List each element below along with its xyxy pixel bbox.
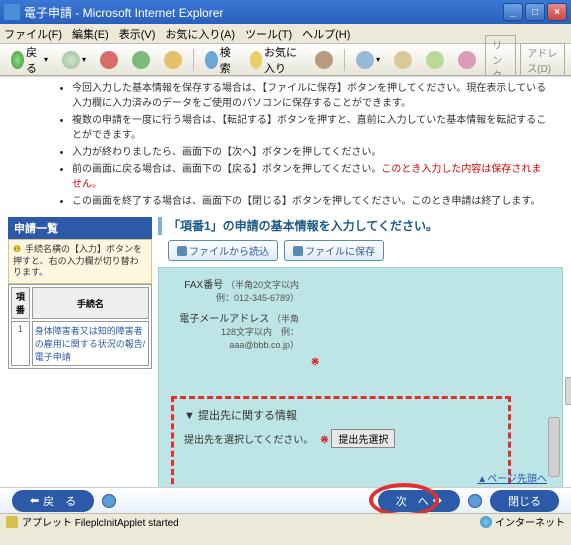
status-text: アプレット FileplcInitApplet started [22,514,179,529]
search-icon [205,51,218,69]
back-button[interactable]: 戻る▾ [6,41,53,79]
page-top-link[interactable]: ▲ページ先頭へ [477,470,547,485]
history-icon [315,51,333,69]
nav-icon-1[interactable] [102,494,116,508]
bullet-4: 前の画面に戻る場合は、画面下の【戻る】ボタンを押してください。このとき入力した内… [72,162,551,192]
select-destination-button[interactable]: 提出先選択 [331,429,395,448]
window-titlebar: 電子申請 - Microsoft Internet Explorer _ □ × [0,0,571,24]
nav-back-button[interactable]: ⬅戻 る [12,490,94,512]
col-no: 項番 [11,287,30,319]
content-area: 今回入力した基本情報を保存する場合は、【ファイルに保存】ボタンを押してください。… [0,76,571,529]
home-icon [164,51,182,69]
disk-icon [293,246,303,256]
minimize-button[interactable]: _ [503,3,523,21]
panel-title: 「項番1」の申請の基本情報を入力してください。 [158,217,563,234]
menu-help[interactable]: ヘルプ(H) [302,26,350,42]
edit-icon [426,51,444,69]
nav-row: ⬅戻 る 次 へ➡ 閉じる [0,487,571,513]
zone-indicator: インターネット [480,514,565,529]
refresh-icon [132,51,150,69]
print-icon [394,51,412,69]
menu-favorites[interactable]: お気に入り(A) [165,26,235,42]
arrow-left-icon: ⬅ [30,494,39,507]
warning-icon [6,516,18,528]
app-icon [4,4,20,20]
stop-button[interactable] [95,48,123,72]
section-destination: ▼ 提出先に関する情報 [184,407,498,423]
nav-icon-2[interactable] [468,494,482,508]
refresh-button[interactable] [127,48,155,72]
sidebar-header: 申請一覧 [8,217,152,239]
status-bar: アプレット FileplcInitApplet started インターネット [0,513,571,529]
menu-view[interactable]: 表示(V) [119,26,156,42]
menu-file[interactable]: ファイル(F) [4,26,62,42]
tool-button-4[interactable] [453,48,481,72]
stop-icon [100,51,118,69]
email-label: 電子メールアドレス （半角128文字以内 例：aaa@bbb.co.jp） [167,310,307,351]
nav-close-button[interactable]: 閉じる [490,490,559,512]
bullet-1: 今回入力した基本情報を保存する場合は、【ファイルに保存】ボタンを押してください。… [72,81,551,111]
menu-edit[interactable]: 編集(E) [72,26,109,42]
back-icon [11,51,24,69]
destination-text: 提出先を選択してください。 [184,435,313,446]
load-file-button[interactable]: ファイルから読込 [168,240,278,261]
folder-icon [177,246,187,256]
history-button[interactable] [310,48,338,72]
scroll-thumb[interactable] [548,417,560,477]
tool-button-3[interactable] [421,48,449,72]
instruction-list: 今回入力した基本情報を保存する場合は、【ファイルに保存】ボタンを押してください。… [0,77,571,217]
forward-icon [62,51,80,69]
address-label[interactable]: アドレス(D) [520,43,565,77]
arrow-right-icon: ➡ [433,494,442,507]
bullet-3: 入力が終わりましたら、画面下の【次へ】ボタンを押してください。 [72,145,551,160]
maximize-button[interactable]: □ [525,3,545,21]
save-file-button[interactable]: ファイルに保存 [284,240,384,261]
forward-button[interactable]: ▾ [57,48,91,72]
bullet-2: 複数の申請を一度に行う場合は、【転記する】ボタンを押すと、直前に入力していた基本… [72,113,551,143]
mail-icon [356,51,374,69]
home-button[interactable] [159,48,187,72]
bullet-5: この画面を終了する場合は、画面下の【閉じる】ボタンを押してください。このとき申請… [72,194,551,209]
fax-label: FAX番号 （半角20文字以内 例：012-345-6789） [167,276,307,304]
search-button[interactable]: 検索 [200,41,241,79]
tool-button-2[interactable] [389,48,417,72]
star-icon [250,51,262,69]
application-table: 項番手続名 1身体障害者又は知的障害者の雇用に関する状況の報告/電子申請 [8,284,152,369]
sidebar-note: ❶手続名横の【入力】ボタンを押すと、右の入力欄が切り替わります。 [8,239,152,284]
discuss-icon [458,51,476,69]
outer-scroll-thumb[interactable] [565,377,571,405]
window-title: 電子申請 - Microsoft Internet Explorer [24,4,223,21]
globe-icon [480,516,492,528]
required-mark: ※ [311,357,319,368]
table-row[interactable]: 1身体障害者又は知的障害者の雇用に関する状況の報告/電子申請 [11,321,149,366]
tool-button-1[interactable]: ▾ [351,48,385,72]
col-name: 手続名 [32,287,149,319]
toolbar: 戻る▾ ▾ 検索 お気に入り ▾ リンク アドレス(D) [0,44,571,76]
window-close-button[interactable]: × [547,3,567,21]
favorites-button[interactable]: お気に入り [245,41,307,79]
menu-tools[interactable]: ツール(T) [245,26,292,42]
nav-next-button[interactable]: 次 へ➡ [378,490,460,512]
sidebar: 申請一覧 ❶手続名横の【入力】ボタンを押すと、右の入力欄が切り替わります。 項番… [8,217,152,529]
